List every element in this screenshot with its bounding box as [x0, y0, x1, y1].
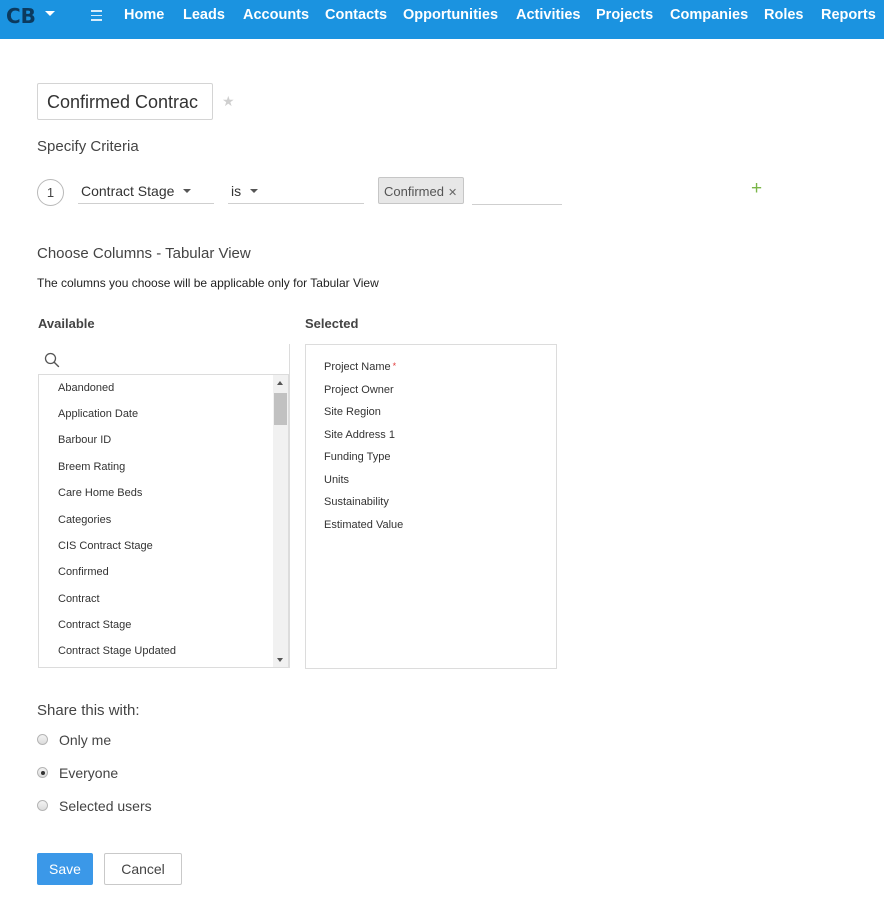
selected-label: Selected — [305, 316, 359, 331]
radio-label: Everyone — [59, 765, 119, 781]
criteria-field-select[interactable]: Contract Stage — [78, 178, 214, 204]
cancel-button[interactable]: Cancel — [104, 853, 182, 885]
criteria-title: Specify Criteria — [37, 138, 139, 155]
selected-columns-list[interactable]: Project Name * Project Owner Site Region … — [305, 344, 557, 669]
radio-everyone[interactable] — [37, 767, 48, 778]
available-columns-panel: Abandoned Application Date Barbour ID Br… — [38, 344, 290, 668]
nav-roles[interactable]: Roles — [764, 7, 804, 23]
top-nav-bar: CB Home Leads Accounts Contacts Opportun… — [0, 0, 884, 39]
criteria-field-value: Contract Stage — [81, 183, 175, 199]
list-item[interactable]: Estimated Value — [324, 519, 403, 531]
chevron-down-icon — [250, 189, 259, 194]
list-item[interactable]: Application Date — [58, 408, 138, 420]
share-title: Share this with: — [37, 702, 140, 719]
columns-hint: The columns you choose will be applicabl… — [37, 276, 379, 290]
available-columns-list[interactable]: Abandoned Application Date Barbour ID Br… — [38, 374, 289, 668]
nav-contacts[interactable]: Contacts — [325, 7, 387, 23]
radio-label: Only me — [59, 732, 112, 748]
scrollbar-thumb[interactable] — [274, 393, 287, 425]
chevron-down-icon — [183, 189, 192, 194]
list-item[interactable]: Funding Type — [324, 451, 390, 463]
add-criteria-icon[interactable]: + — [751, 178, 762, 200]
list-item[interactable]: Project Owner — [324, 384, 394, 396]
criteria-value-chip: Confirmed ✕ — [378, 177, 465, 204]
nav-projects[interactable]: Projects — [596, 7, 653, 23]
available-search-input[interactable] — [38, 344, 289, 374]
list-item[interactable]: Project Name * — [324, 361, 396, 373]
list-item[interactable]: Care Home Beds — [58, 487, 142, 499]
required-mark: * — [392, 361, 397, 371]
nav-leads[interactable]: Leads — [183, 7, 225, 23]
list-item[interactable]: Contract — [58, 593, 100, 605]
radio-selected-users[interactable] — [37, 800, 48, 811]
nav-companies[interactable]: Companies — [670, 7, 748, 23]
remove-chip-icon[interactable]: ✕ — [448, 187, 457, 199]
chip-label: Confirmed — [384, 184, 444, 199]
selected-item-label: Project Name — [324, 361, 391, 373]
nav-opportunities[interactable]: Opportunities — [403, 7, 498, 23]
list-scrollbar[interactable] — [273, 375, 288, 667]
list-item[interactable]: Confirmed — [58, 566, 109, 578]
nav-activities[interactable]: Activities — [516, 7, 580, 23]
list-item[interactable]: Sustainability — [324, 496, 389, 508]
nav-home[interactable]: Home — [124, 7, 164, 23]
list-item[interactable]: Contract Stage Updated — [58, 645, 176, 657]
logo-menu-caret-icon[interactable] — [45, 11, 55, 16]
hamburger-menu-icon[interactable] — [91, 10, 102, 21]
nav-reports[interactable]: Reports — [821, 7, 876, 23]
criteria-operator-select[interactable]: is — [228, 178, 364, 204]
favorite-star-icon[interactable]: ★ — [222, 93, 235, 110]
columns-title: Choose Columns - Tabular View — [37, 245, 251, 262]
list-item[interactable]: Contract Stage — [58, 619, 131, 631]
criteria-row-number: 1 — [37, 179, 64, 206]
app-logo[interactable]: CB — [6, 4, 36, 28]
available-label: Available — [38, 316, 95, 331]
list-item[interactable]: Breem Rating — [58, 461, 125, 473]
save-button[interactable]: Save — [37, 853, 93, 885]
radio-label: Selected users — [59, 798, 152, 814]
view-name-input[interactable]: Confirmed Contrac — [37, 83, 213, 120]
search-icon — [44, 352, 60, 368]
list-item[interactable]: Site Region — [324, 406, 381, 418]
scroll-down-arrow-icon[interactable] — [277, 658, 283, 662]
scroll-up-arrow-icon[interactable] — [277, 381, 283, 385]
list-item[interactable]: CIS Contract Stage — [58, 540, 153, 552]
list-item[interactable]: Categories — [58, 514, 111, 526]
list-item[interactable]: Abandoned — [58, 382, 114, 394]
criteria-value-input[interactable] — [472, 177, 562, 205]
list-item[interactable]: Site Address 1 — [324, 429, 395, 441]
criteria-operator-value: is — [231, 183, 242, 199]
list-item[interactable]: Units — [324, 474, 349, 486]
nav-accounts[interactable]: Accounts — [243, 7, 309, 23]
list-item[interactable]: Barbour ID — [58, 434, 111, 446]
radio-only-me[interactable] — [37, 734, 48, 745]
